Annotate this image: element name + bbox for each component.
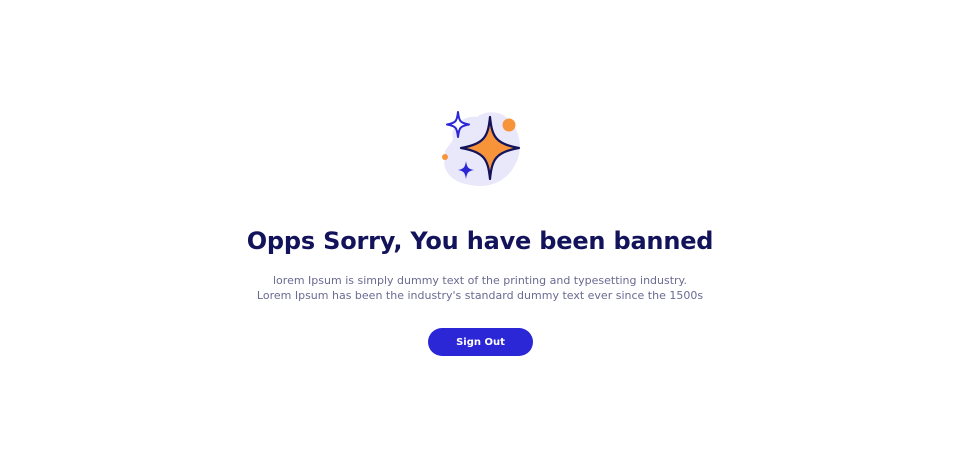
- description: lorem Ipsum is simply dummy text of the …: [0, 273, 960, 303]
- banned-page: Opps Sorry, You have been banned lorem I…: [0, 0, 960, 465]
- sparkles-icon: [442, 111, 521, 187]
- page-title: Opps Sorry, You have been banned: [246, 227, 714, 255]
- sign-out-button[interactable]: Sign Out: [428, 328, 533, 356]
- description-line-1: lorem Ipsum is simply dummy text of the …: [273, 274, 687, 287]
- orange-dot-large: [502, 118, 516, 132]
- orange-dot-small: [442, 154, 448, 160]
- description-line-2: Lorem Ipsum has been the industry's stan…: [256, 289, 704, 302]
